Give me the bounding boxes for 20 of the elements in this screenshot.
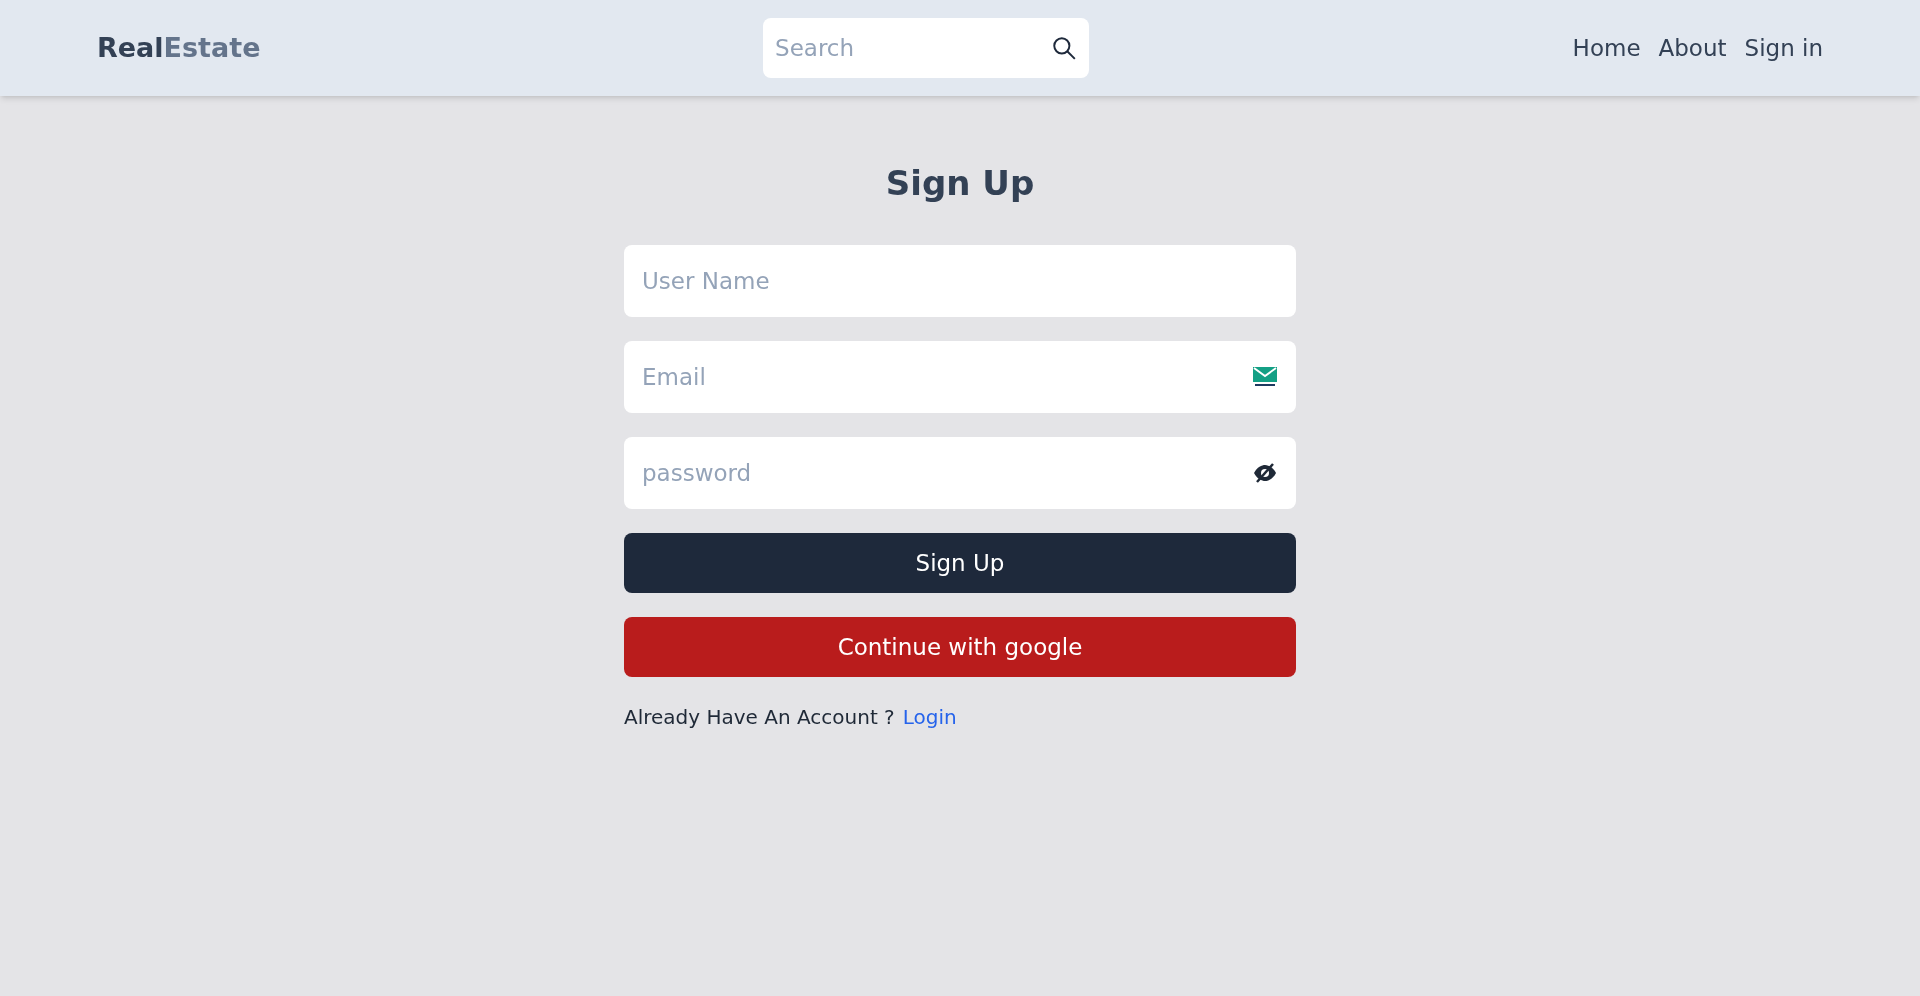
input-box[interactable]: User Name	[624, 245, 1296, 317]
input-field[interactable]: Email	[642, 359, 1240, 395]
input-field[interactable]: password	[642, 455, 1240, 491]
account-prompt: Already Have An Account ?	[624, 704, 895, 731]
search-field[interactable]: Search	[775, 30, 1052, 66]
nav-link[interactable]: Sign in	[1744, 30, 1823, 66]
input-field[interactable]: User Name	[642, 263, 1278, 299]
input-box[interactable]: password	[624, 437, 1296, 509]
page-title: Sign Up	[885, 162, 1035, 205]
envelope-icon[interactable]	[1252, 366, 1278, 388]
logo[interactable]: RealEstate	[97, 27, 261, 69]
nav-link[interactable]: Home	[1572, 30, 1641, 66]
sign-up-button[interactable]: Sign Up	[624, 533, 1296, 593]
login-link[interactable]: Login	[902, 702, 957, 732]
eye-slash-icon[interactable]	[1252, 462, 1278, 484]
google-button[interactable]: Continue with google	[624, 617, 1296, 677]
input-box[interactable]: Email	[624, 341, 1296, 413]
search-box[interactable]: Search	[763, 18, 1090, 78]
nav-link[interactable]: About	[1658, 30, 1727, 66]
search-icon[interactable]	[1051, 35, 1078, 61]
